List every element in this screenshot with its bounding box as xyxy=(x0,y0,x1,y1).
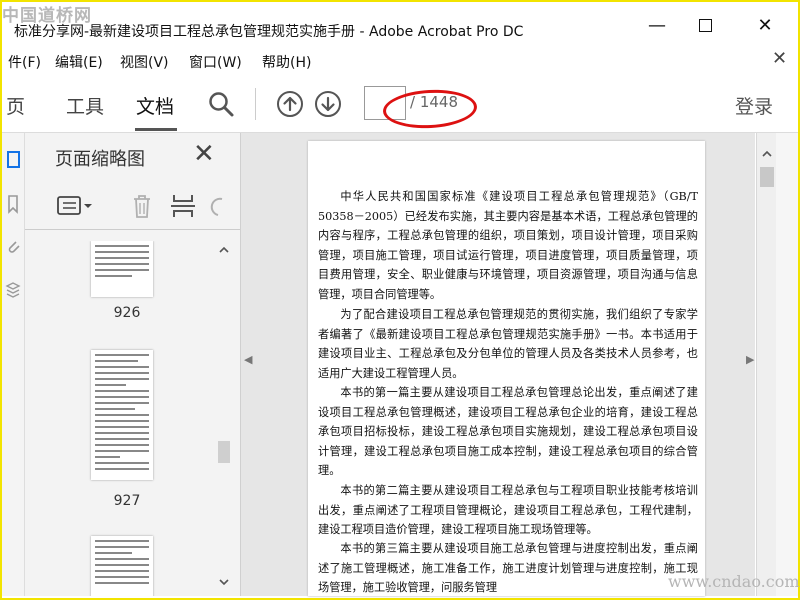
expand-right-pane-icon[interactable]: ▶ xyxy=(746,353,754,366)
attachments-nav-button[interactable] xyxy=(4,235,22,257)
site-watermark-logo: 中国道桥网 xyxy=(2,6,92,26)
thumbnail-tools xyxy=(25,183,240,230)
arrow-up-icon xyxy=(277,91,303,117)
close-document-button[interactable]: ✕ xyxy=(772,48,787,69)
tab-tools[interactable]: 工具 xyxy=(66,92,104,119)
navigation-pane-strip xyxy=(2,133,25,596)
site-watermark-url: www.cndao.com xyxy=(668,572,800,591)
page-thumbnails-nav-button[interactable] xyxy=(4,149,22,171)
page-thumbnails-panel: 页面缩略图 ✕ 926 927 xyxy=(25,133,241,596)
options-menu-button[interactable] xyxy=(55,193,95,219)
close-window-button[interactable]: ✕ xyxy=(742,10,788,40)
toolbar: 页 工具 文档 / 1448 登录 xyxy=(2,78,798,133)
document-paragraph: 为了配合建设项目工程总承包管理规范的贯彻实施，我们组织了专家学者编著了《最新建设… xyxy=(318,308,698,380)
maximize-icon xyxy=(698,18,712,32)
thumbnail-page-number: 926 xyxy=(113,305,141,321)
scrollbar-thumb[interactable] xyxy=(760,167,774,187)
layers-nav-button[interactable] xyxy=(4,279,22,301)
title-bar: 标准分享网-最新建设项目工程总承包管理规范实施手册 - Adobe Acroba… xyxy=(2,2,798,44)
options-icon xyxy=(57,196,92,215)
paperclip-icon xyxy=(8,241,20,253)
extract-pages-button[interactable] xyxy=(168,191,198,221)
tab-home[interactable]: 页 xyxy=(6,92,25,119)
right-tools-pane xyxy=(776,133,798,596)
scroll-down-icon[interactable] xyxy=(215,575,233,589)
document-scrollbar[interactable] xyxy=(756,133,777,596)
scrollbar-thumb[interactable] xyxy=(218,441,230,463)
bookmark-icon xyxy=(8,195,18,214)
thumbnail-page-number: 927 xyxy=(113,493,141,509)
search-button[interactable] xyxy=(205,88,237,120)
rotate-pages-button[interactable] xyxy=(208,191,228,221)
page-thumbnail[interactable] xyxy=(91,241,153,297)
menu-edit[interactable]: 编辑(E) xyxy=(55,52,103,72)
scroll-up-icon[interactable] xyxy=(757,147,777,161)
panel-title: 页面缩略图 xyxy=(55,149,145,170)
delete-icon xyxy=(134,195,150,218)
search-icon xyxy=(209,92,234,117)
document-paragraph: 本书的第一篇主要从建设项目工程总承包管理总论出发，重点阐述了建设项目工程总承包管… xyxy=(318,386,698,478)
thumbnails-list: 926 927 xyxy=(25,241,213,596)
collapse-left-pane-icon[interactable]: ◀ xyxy=(244,353,252,366)
page-thumbnail[interactable] xyxy=(91,350,153,480)
document-page: 中华人民共和国国家标准《建设项目工程总承包管理规范》（GB/T 50358－20… xyxy=(308,141,705,596)
menu-window[interactable]: 窗口(W) xyxy=(189,52,242,72)
document-view[interactable]: ◀ 中华人民共和国国家标准《建设项目工程总承包管理规范》（GB/T 50358－… xyxy=(241,133,755,596)
active-tab-indicator xyxy=(135,128,177,131)
next-page-button[interactable] xyxy=(312,88,344,120)
maximize-button[interactable] xyxy=(682,10,728,40)
login-button[interactable]: 登录 xyxy=(735,92,773,119)
menu-help[interactable]: 帮助(H) xyxy=(262,52,311,72)
arrow-down-icon xyxy=(315,91,341,117)
scroll-up-icon[interactable] xyxy=(215,243,233,257)
document-paragraph: 本书的第三篇主要从建设项目施工总承包管理与进度控制出发，重点阐述了施工管理概述，… xyxy=(318,542,698,595)
close-panel-button[interactable]: ✕ xyxy=(193,141,215,167)
menu-bar: 件(F) 编辑(E) 视图(V) 窗口(W) 帮助(H) ✕ xyxy=(2,46,798,76)
thumbnails-scrollbar[interactable] xyxy=(215,241,233,593)
toolbar-separator xyxy=(255,88,256,120)
rotate-icon xyxy=(210,197,223,216)
page-thumbnail[interactable] xyxy=(91,536,153,596)
page-thumbnails-icon xyxy=(7,151,20,168)
extract-icon xyxy=(171,195,195,217)
minimize-button[interactable]: — xyxy=(634,10,680,40)
previous-page-button[interactable] xyxy=(274,88,306,120)
page-number-input[interactable] xyxy=(364,86,406,120)
document-paragraph: 中华人民共和国国家标准《建设项目工程总承包管理规范》（GB/T 50358－20… xyxy=(318,190,698,301)
delete-pages-button[interactable] xyxy=(128,191,156,221)
document-paragraph: 本书的第二篇主要从建设项目工程总承包与工程项目职业技能考核培训出发，重点阐述了工… xyxy=(318,484,698,537)
layers-icon xyxy=(5,282,21,298)
bookmarks-nav-button[interactable] xyxy=(4,193,22,215)
menu-view[interactable]: 视图(V) xyxy=(120,52,169,72)
page-count: / 1448 xyxy=(410,93,458,111)
menu-file[interactable]: 件(F) xyxy=(8,52,41,72)
tab-document[interactable]: 文档 xyxy=(136,92,174,119)
